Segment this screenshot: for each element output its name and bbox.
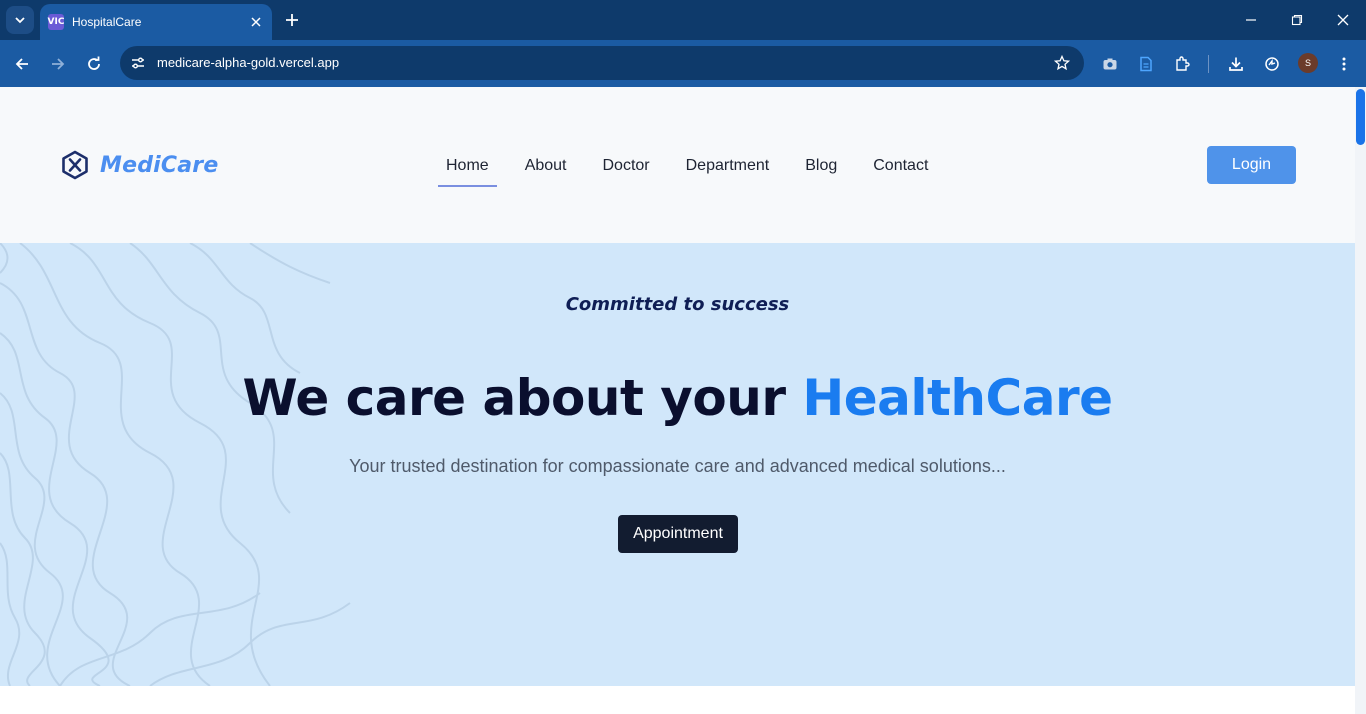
star-icon — [1054, 55, 1070, 71]
browser-tabstrip: VIC HospitalCare — [0, 0, 1366, 40]
nav-link-about[interactable]: About — [517, 153, 575, 187]
reload-button[interactable] — [80, 50, 108, 78]
toolbar-separator — [1208, 55, 1209, 73]
site-settings-icon — [132, 57, 144, 69]
hero-tagline: Committed to success — [565, 294, 790, 315]
favicon-icon: VIC — [48, 14, 64, 30]
chevron-down-icon — [15, 17, 25, 24]
back-icon — [15, 58, 28, 70]
close-window-button[interactable] — [1329, 6, 1357, 34]
plus-icon — [286, 14, 298, 26]
login-button[interactable]: Login — [1207, 146, 1296, 184]
nav-link-blog[interactable]: Blog — [797, 153, 845, 187]
site-header: MediCare Home About Doctor Department Bl… — [0, 87, 1355, 243]
nav-link-department[interactable]: Department — [678, 153, 778, 187]
minimize-icon — [1246, 19, 1256, 21]
main-nav: Home About Doctor Department Blog Contac… — [438, 153, 956, 187]
address-bar[interactable]: medicare-alpha-gold.vercel.app — [120, 46, 1084, 80]
document-extension-button[interactable] — [1134, 52, 1158, 76]
downloads-button[interactable] — [1224, 52, 1248, 76]
browser-menu-button[interactable] — [1332, 52, 1356, 76]
back-button[interactable] — [8, 50, 36, 78]
nav-link-home[interactable]: Home — [438, 153, 497, 187]
tab-title: HospitalCare — [72, 15, 142, 29]
sync-button[interactable] — [1260, 52, 1284, 76]
profile-avatar[interactable]: S — [1298, 53, 1318, 73]
medicare-logo-icon — [62, 150, 88, 180]
bookmark-button[interactable] — [1050, 51, 1074, 75]
hero-subtitle: Your trusted destination for compassiona… — [349, 456, 1006, 476]
browser-toolbar: medicare-alpha-gold.vercel.app S — [0, 40, 1366, 87]
camera-icon — [1103, 58, 1117, 70]
close-icon — [251, 17, 261, 27]
browser-tab-active[interactable]: VIC HospitalCare — [40, 4, 272, 40]
hero-section: Committed to success We care about your … — [0, 243, 1355, 686]
new-tab-button[interactable] — [280, 8, 304, 32]
screenshot-extension-button[interactable] — [1098, 52, 1122, 76]
extension-icon — [1176, 56, 1190, 71]
hero-title: We care about your HealthCare — [0, 369, 1355, 427]
restore-icon — [1291, 14, 1303, 26]
nav-link-contact[interactable]: Contact — [865, 153, 936, 187]
page-scrollbar[interactable] — [1355, 87, 1366, 714]
restore-button[interactable] — [1283, 6, 1311, 34]
tab-search-button[interactable] — [6, 6, 34, 34]
forward-icon — [52, 58, 65, 70]
reload-icon — [88, 56, 100, 70]
nav-link-doctor[interactable]: Doctor — [595, 153, 658, 187]
sync-icon — [1265, 57, 1279, 71]
brand-logo[interactable]: MediCare — [60, 150, 218, 180]
brand-name: MediCare — [100, 152, 219, 178]
document-icon — [1140, 56, 1152, 72]
hero-title-accent: HealthCare — [802, 369, 1113, 427]
url-text[interactable]: medicare-alpha-gold.vercel.app — [157, 55, 339, 70]
web-page: MediCare Home About Doctor Department Bl… — [0, 87, 1366, 714]
forward-button[interactable] — [44, 50, 72, 78]
extensions-button[interactable] — [1170, 52, 1194, 76]
more-vert-icon — [1342, 57, 1346, 71]
hero-title-main: We care about your — [242, 369, 803, 427]
tab-close-button[interactable] — [246, 12, 266, 32]
scrollbar-thumb[interactable] — [1356, 89, 1365, 145]
close-window-icon — [1337, 14, 1349, 26]
site-settings-button[interactable] — [124, 49, 152, 77]
appointment-button[interactable]: Appointment — [618, 515, 738, 553]
minimize-button[interactable] — [1237, 6, 1265, 34]
download-icon — [1229, 57, 1243, 71]
